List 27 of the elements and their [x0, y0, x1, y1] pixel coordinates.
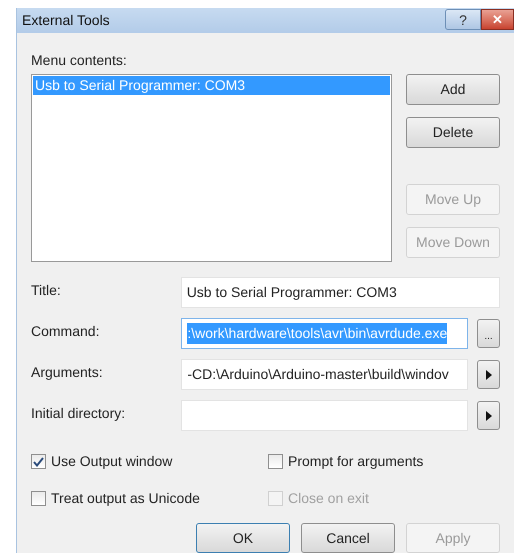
checkmark-icon — [33, 456, 44, 466]
arrow-button[interactable] — [477, 360, 500, 389]
help-button[interactable]: ? — [445, 9, 481, 30]
input-field[interactable] — [181, 400, 468, 431]
field-label: Arguments: — [31, 363, 104, 382]
dialog-button[interactable]: Cancel — [301, 523, 395, 553]
checkbox[interactable] — [31, 491, 46, 506]
option-label: Prompt for arguments — [288, 452, 424, 471]
field-label: Title: — [31, 281, 62, 300]
dialog-button[interactable]: OK — [196, 523, 290, 553]
option-label: Use Output window — [51, 452, 172, 471]
field-label: Command: — [31, 322, 100, 341]
browse-button[interactable]: ... — [477, 319, 500, 348]
dialog-button[interactable]: Add — [406, 74, 500, 105]
play-arrow-icon — [486, 370, 492, 380]
checkbox[interactable] — [268, 454, 283, 469]
checkbox[interactable] — [31, 454, 46, 469]
window-title: External Tools — [22, 11, 110, 30]
play-arrow-icon — [486, 410, 492, 420]
dialog-button[interactable]: Delete — [406, 117, 500, 148]
arrow-button[interactable] — [477, 401, 500, 430]
option-label: Close on exit — [288, 489, 369, 508]
input-field[interactable]: -CD:\Arduino\Arduino-master\build\windov — [181, 359, 468, 390]
menu-contents-label: Menu contents: — [31, 51, 128, 70]
option-label: Treat output as Unicode — [51, 489, 200, 508]
field-label: Initial directory: — [31, 404, 126, 423]
input-field[interactable]: Usb to Serial Programmer: COM3 — [180, 277, 500, 308]
